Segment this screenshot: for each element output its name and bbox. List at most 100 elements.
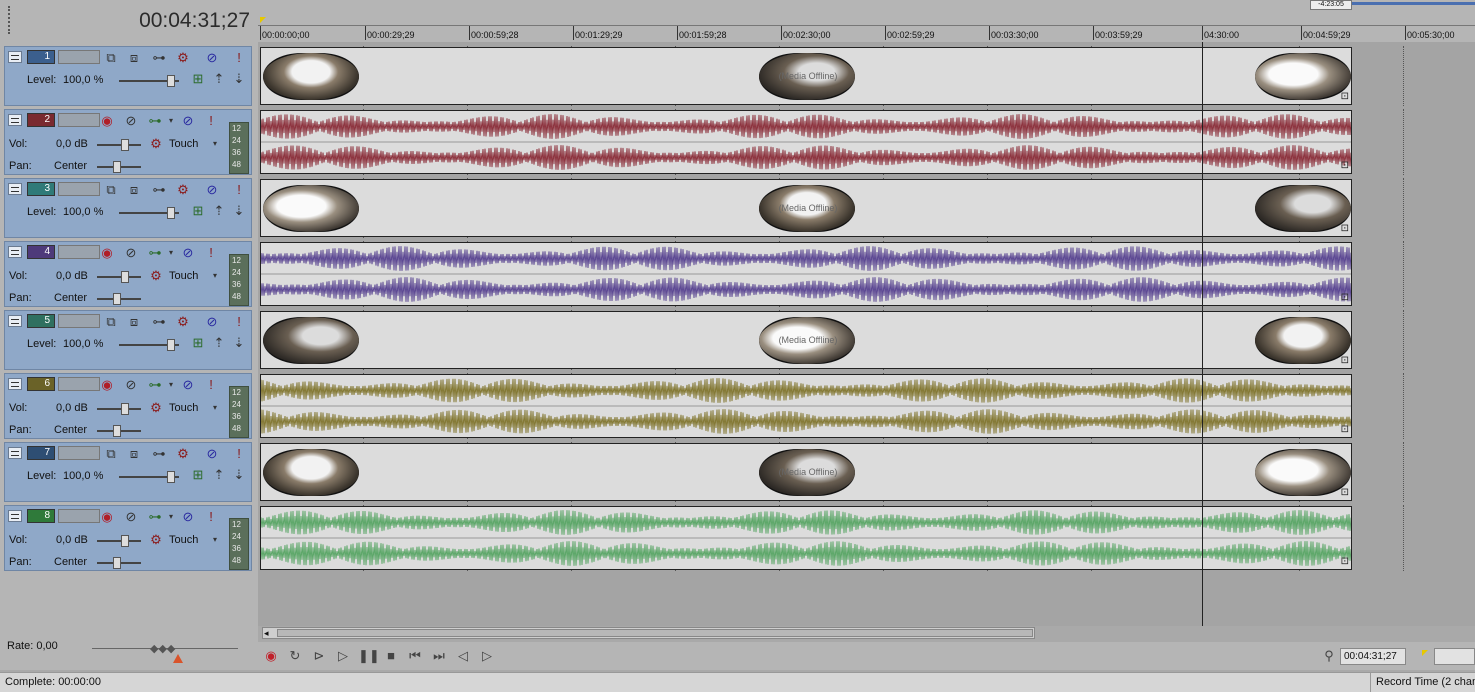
event-fx-icon[interactable]: ⊡ (1341, 355, 1349, 366)
loop-button[interactable]: ↻ (286, 647, 304, 665)
audio-event[interactable]: ⊡ (260, 242, 1352, 306)
level-slider-knob[interactable] (167, 75, 175, 87)
timeline-lane-8[interactable]: ⊡ (258, 505, 1475, 571)
fx-chain-icon[interactable]: ⊶ (151, 446, 167, 462)
solo-icon[interactable]: ! (231, 446, 247, 462)
compositing-icon[interactable]: ⧉ (103, 182, 119, 198)
arm-record-icon[interactable]: ◉ (99, 509, 115, 525)
automation-dropdown-icon[interactable]: ▾ (207, 136, 223, 152)
next-frame-button[interactable]: ▷ (478, 647, 496, 665)
track-minimize-icon[interactable] (8, 183, 22, 195)
video-event[interactable]: (Media Offline) ⊡ (260, 443, 1352, 501)
fx-chain-icon[interactable]: ⊶ (151, 50, 167, 66)
record-button[interactable]: ◉ (262, 647, 280, 665)
track-minimize-icon[interactable] (8, 510, 22, 522)
arm-record-icon[interactable]: ◉ (99, 245, 115, 261)
track-name-field[interactable] (58, 509, 100, 523)
fx-chain-icon[interactable]: ⊶ (147, 245, 163, 261)
mute-icon[interactable]: ⊘ (180, 377, 196, 393)
rate-slider-knob[interactable]: ◆◆◆ (150, 642, 175, 655)
make-parent-icon[interactable]: ⇡ (211, 203, 227, 219)
automation-icon[interactable]: ⚙ (148, 400, 164, 416)
automation-dropdown-icon[interactable]: ▾ (207, 400, 223, 416)
stop-button[interactable]: ■ (382, 647, 400, 665)
make-parent-icon[interactable]: ⇡ (211, 71, 227, 87)
fx-dropdown-icon[interactable]: ▾ (163, 509, 179, 525)
event-fx-icon[interactable]: ⊡ (1341, 556, 1349, 567)
track-name-field[interactable] (58, 50, 100, 64)
audio-event[interactable]: ⊡ (260, 506, 1352, 570)
composite-mode-icon[interactable]: ⊞ (190, 335, 206, 351)
track-name-field[interactable] (58, 446, 100, 460)
event-fx-icon[interactable]: ⊡ (1341, 292, 1349, 303)
selection-length-field[interactable] (1434, 648, 1475, 665)
volume-slider-knob[interactable] (121, 535, 129, 547)
automation-icon[interactable]: ⚙ (148, 136, 164, 152)
pause-button[interactable]: ❚❚ (358, 647, 380, 665)
track-minimize-icon[interactable] (8, 315, 22, 327)
volume-slider-knob[interactable] (121, 139, 129, 151)
make-child-icon[interactable]: ⇣ (231, 203, 247, 219)
make-parent-icon[interactable]: ⇡ (211, 335, 227, 351)
fx-chain-icon[interactable]: ⊶ (151, 182, 167, 198)
arm-record-icon[interactable]: ◉ (99, 377, 115, 393)
timeline-lane-5[interactable]: (Media Offline) ⊡ (258, 310, 1475, 370)
invert-phase-icon[interactable]: ⊘ (123, 377, 139, 393)
mute-icon[interactable]: ⊘ (180, 509, 196, 525)
track-name-field[interactable] (58, 113, 100, 127)
track-name-field[interactable] (58, 314, 100, 328)
track-name-field[interactable] (58, 377, 100, 391)
solo-icon[interactable]: ! (203, 113, 219, 129)
track-name-field[interactable] (58, 245, 100, 259)
automation-dropdown-icon[interactable]: ▾ (207, 532, 223, 548)
level-slider-knob[interactable] (167, 207, 175, 219)
track-minimize-icon[interactable] (8, 114, 22, 126)
volume-slider-knob[interactable] (121, 403, 129, 415)
automation-mode[interactable]: Touch (169, 138, 198, 150)
event-fx-icon[interactable]: ⊡ (1341, 160, 1349, 171)
parent-motion-icon[interactable]: ⧈ (126, 50, 142, 66)
make-child-icon[interactable]: ⇣ (231, 71, 247, 87)
pan-slider-knob[interactable] (113, 557, 121, 569)
timeline-lane-7[interactable]: (Media Offline) ⊡ (258, 442, 1475, 502)
marker-icon[interactable]: ⚲ (1320, 647, 1338, 665)
solo-icon[interactable]: ! (231, 314, 247, 330)
solo-icon[interactable]: ! (203, 245, 219, 261)
make-child-icon[interactable]: ⇣ (231, 335, 247, 351)
event-fx-icon[interactable]: ⊡ (1341, 91, 1349, 102)
solo-icon[interactable]: ! (203, 509, 219, 525)
volume-slider[interactable] (97, 540, 141, 542)
automation-mode[interactable]: Touch (169, 270, 198, 282)
cursor-time-field[interactable]: 00:04:31;27 (1340, 648, 1406, 665)
track-fx-icon[interactable]: ⚙ (175, 50, 191, 66)
timeline-lane-2[interactable]: ⊡ (258, 109, 1475, 175)
track-header-7[interactable]: 7 ⧉ ⧈ ⊶ ⚙ ⊘ ! Level: 100,0 % ⊞ ⇡ ⇣ (4, 442, 252, 502)
track-fx-icon[interactable]: ⚙ (175, 182, 191, 198)
pan-slider-knob[interactable] (113, 425, 121, 437)
timeline-ruler[interactable]: -4:23:05 00:00:00;00 00:00:29;29 00:00:59;… (258, 0, 1475, 42)
track-minimize-icon[interactable] (8, 378, 22, 390)
solo-icon[interactable]: ! (231, 182, 247, 198)
fx-chain-icon[interactable]: ⊶ (147, 113, 163, 129)
compositing-icon[interactable]: ⧉ (103, 50, 119, 66)
mute-icon[interactable]: ⊘ (204, 50, 220, 66)
play-button[interactable]: ▷ (334, 647, 352, 665)
track-fx-icon[interactable]: ⚙ (175, 446, 191, 462)
compositing-icon[interactable]: ⧉ (103, 446, 119, 462)
fx-chain-icon[interactable]: ⊶ (151, 314, 167, 330)
mute-icon[interactable]: ⊘ (180, 245, 196, 261)
play-from-start-button[interactable]: ⊳ (310, 647, 328, 665)
invert-phase-icon[interactable]: ⊘ (123, 509, 139, 525)
video-event[interactable]: (Media Offline) ⊡ (260, 47, 1352, 105)
track-header-8[interactable]: 8 ◉ ⊘ ⊶ ▾ ⊘ ! Vol: 0,0 dB ⚙ Touch ▾ Pan:… (4, 505, 252, 571)
marker-flag-icon[interactable] (260, 17, 266, 23)
track-header-2[interactable]: 2 ◉ ⊘ ⊶ ▾ ⊘ ! Vol: 0,0 dB ⚙ Touch ▾ Pan:… (4, 109, 252, 175)
automation-icon[interactable]: ⚙ (148, 268, 164, 284)
automation-mode[interactable]: Touch (169, 534, 198, 546)
timeline-lane-4[interactable]: ⊡ (258, 241, 1475, 307)
track-header-4[interactable]: 4 ◉ ⊘ ⊶ ▾ ⊘ ! Vol: 0,0 dB ⚙ Touch ▾ Pan:… (4, 241, 252, 307)
mute-icon[interactable]: ⊘ (204, 446, 220, 462)
event-fx-icon[interactable]: ⊡ (1341, 223, 1349, 234)
drag-grip[interactable] (8, 6, 15, 34)
make-parent-icon[interactable]: ⇡ (211, 467, 227, 483)
